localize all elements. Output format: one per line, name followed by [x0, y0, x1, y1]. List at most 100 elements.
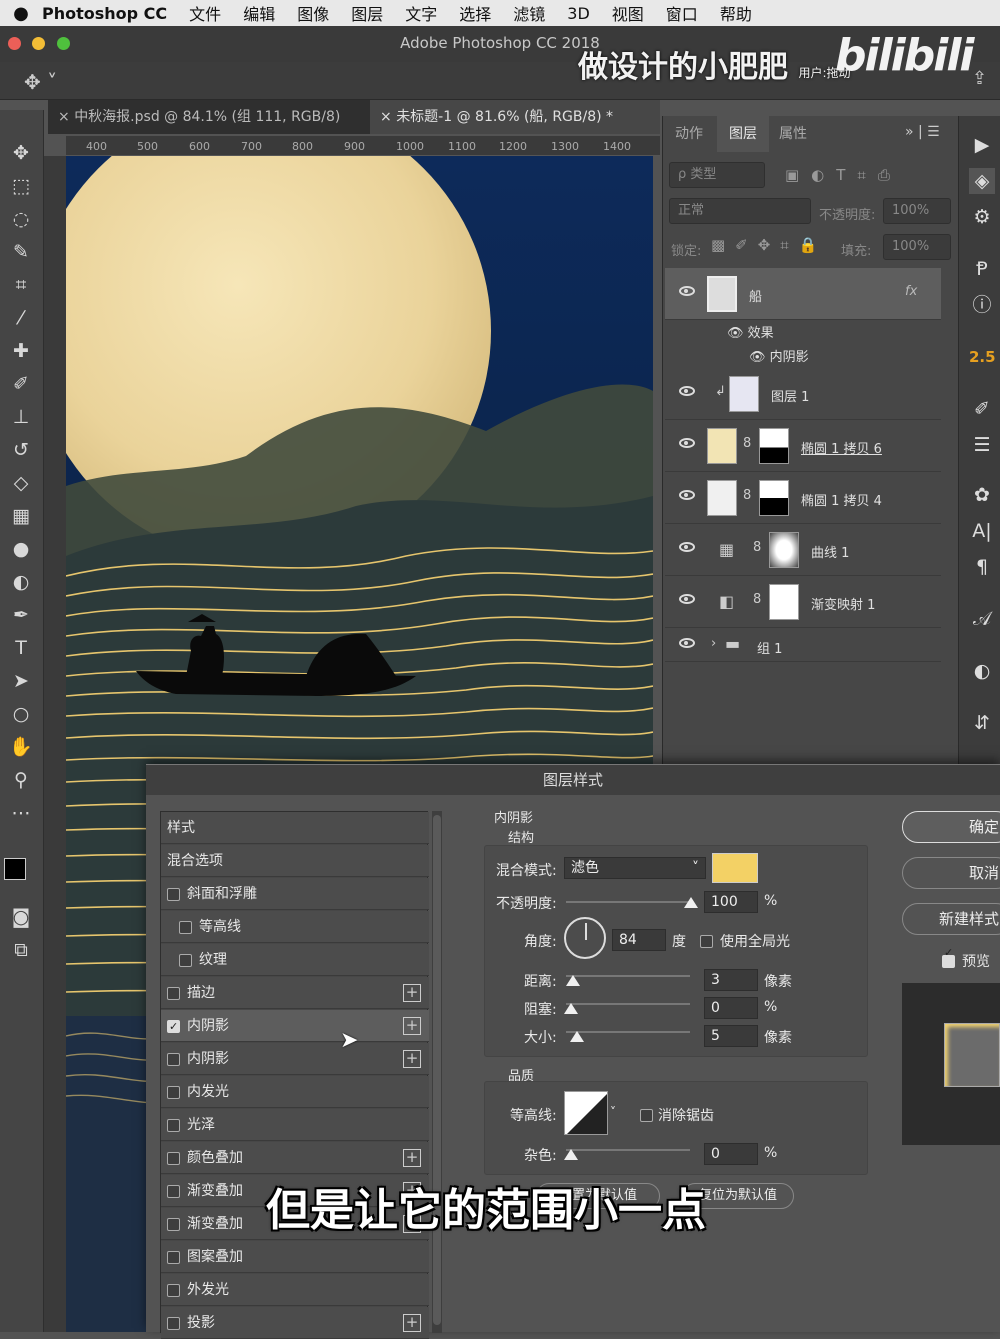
noise-field[interactable]: 0 [704, 1143, 758, 1165]
close-tab-icon[interactable]: × [380, 109, 396, 125]
menu-filter[interactable]: 滤镜 [513, 1, 545, 25]
add-effect-icon[interactable]: + [403, 1017, 421, 1035]
size-slider-handle[interactable] [570, 1031, 584, 1042]
style-checkbox[interactable] [167, 1317, 180, 1330]
style-item[interactable]: 斜面和浮雕 [161, 878, 429, 910]
info-icon[interactable]: ⓘ [969, 292, 995, 318]
history-brush-icon[interactable]: ↺ [8, 437, 34, 463]
inner-shadow-effect-row[interactable]: 👁 内阴影 [749, 346, 809, 365]
lock-icons[interactable]: ▩✐✥⌗🔒 [711, 236, 827, 254]
angle-dial[interactable] [564, 917, 606, 959]
type-tool-icon[interactable]: T [8, 635, 34, 661]
ok-button[interactable]: 确定 [902, 811, 1000, 843]
swatches-icon[interactable]: ✿ [969, 482, 995, 508]
tab-actions[interactable]: 动作 [663, 116, 715, 152]
style-checkbox[interactable] [167, 1053, 180, 1066]
eyedropper-tool-icon[interactable]: ⁄ [8, 305, 34, 331]
styles-scrollbar[interactable] [432, 811, 442, 1333]
filter-icons[interactable]: ▣◐T⌗⎙ [785, 166, 902, 184]
style-item[interactable]: 图案叠加 [161, 1241, 429, 1273]
noise-slider-track[interactable] [566, 1149, 690, 1151]
tab-untitled-1[interactable]: × 未标题-1 @ 81.6% (船, RGB/8) * [370, 100, 660, 134]
shadow-color-swatch[interactable] [712, 853, 758, 883]
style-checkbox[interactable] [167, 1011, 180, 1043]
link-icon[interactable]: 8 [743, 436, 751, 451]
style-checkbox[interactable] [167, 1119, 180, 1132]
style-item[interactable]: 外发光 [161, 1274, 429, 1306]
menu-file[interactable]: 文件 [189, 1, 221, 25]
link-icon[interactable]: 8 [753, 540, 761, 555]
style-checkbox[interactable] [167, 1086, 180, 1099]
contour-picker[interactable] [564, 1091, 608, 1135]
size-slider-track[interactable] [566, 1031, 690, 1033]
character-icon[interactable]: A| [969, 518, 995, 544]
layer-1[interactable]: ↲ 图层 1 [665, 368, 941, 420]
layer-ellipse-copy-4[interactable]: 8 椭圆 1 拷贝 4 [665, 472, 941, 524]
opacity-slider-track[interactable] [566, 901, 690, 903]
style-checkbox[interactable] [179, 921, 192, 934]
fx-icon[interactable]: fx [905, 284, 917, 299]
choke-slider-track[interactable] [566, 1003, 690, 1005]
tab-properties[interactable]: 属性 [767, 116, 819, 152]
visibility-eye-icon[interactable] [679, 286, 695, 296]
visibility-eye-icon[interactable] [679, 542, 695, 552]
antialias-checkbox[interactable] [640, 1109, 653, 1122]
style-checkbox[interactable] [167, 1218, 180, 1231]
path-select-icon[interactable]: ➤ [8, 668, 34, 694]
expand-arrow-icon[interactable]: › [711, 636, 716, 651]
menu-image[interactable]: 图像 [297, 1, 329, 25]
style-checkbox[interactable] [167, 987, 180, 1000]
style-item[interactable]: 纹理 [161, 944, 429, 976]
sliders-icon[interactable]: ☰ [969, 432, 995, 458]
visibility-eye-icon[interactable]: 👁 [727, 326, 748, 341]
panel-menu-icon[interactable]: » | ☰ [905, 124, 940, 140]
blur-tool-icon[interactable]: ● [8, 536, 34, 562]
visibility-eye-icon[interactable] [679, 386, 695, 396]
effects-row[interactable]: 👁 效果 [727, 322, 774, 341]
visibility-eye-icon[interactable] [679, 594, 695, 604]
color-icon[interactable]: ◐ [969, 658, 995, 684]
shape-tool-icon[interactable]: ○ [8, 701, 34, 727]
opacity-slider-handle[interactable] [684, 897, 698, 908]
global-light-checkbox[interactable] [700, 935, 713, 948]
layer-boat[interactable]: 船 fx [665, 268, 941, 320]
screen-mode-icon[interactable]: ⧉ [8, 937, 34, 963]
hand-tool-icon[interactable]: ✋ [8, 734, 34, 760]
add-effect-icon[interactable]: + [403, 1050, 421, 1068]
opacity-field[interactable]: 100 [704, 891, 758, 913]
size-field[interactable]: 5 [704, 1025, 758, 1047]
style-item[interactable]: 描边 + [161, 977, 429, 1009]
noise-slider-handle[interactable] [564, 1149, 578, 1160]
layer-filter-select[interactable]: ρ 类型 [669, 162, 765, 188]
glyphs-icon[interactable]: 𝒜 [969, 606, 995, 632]
brush-settings-icon[interactable]: ✐ [969, 396, 995, 422]
eraser-tool-icon[interactable]: ◇ [8, 470, 34, 496]
layer-ellipse-copy-6[interactable]: 8 椭圆 1 拷贝 6 [665, 420, 941, 472]
apple-icon[interactable]: ● [0, 3, 42, 24]
visibility-eye-icon[interactable] [679, 638, 695, 648]
blend-mode-select[interactable]: 正常 [669, 198, 811, 224]
zoom-tool-icon[interactable]: ⚲ [8, 767, 34, 793]
layer-group-1[interactable]: › ▬ 组 1 [665, 628, 941, 662]
style-checkbox[interactable] [167, 1152, 180, 1165]
layer-curves-1[interactable]: ▦ 8 曲线 1 [665, 524, 941, 576]
style-item[interactable]: 投影 + [161, 1307, 429, 1339]
chevron-down-icon[interactable]: ˅ [610, 1105, 616, 1119]
add-effect-icon[interactable]: + [403, 1314, 421, 1332]
angle-field[interactable]: 84 [612, 929, 666, 951]
crop-tool-icon[interactable]: ⌗ [8, 272, 34, 298]
properties-icon[interactable]: ⇵ [969, 710, 995, 736]
distance-slider-handle[interactable] [566, 975, 580, 986]
choke-field[interactable]: 0 [704, 997, 758, 1019]
quick-select-tool-icon[interactable]: ✎ [8, 239, 34, 265]
style-item[interactable]: 内阴影 + [161, 1010, 429, 1043]
play-icon[interactable]: ▶ [969, 132, 995, 158]
adjustments-icon[interactable]: ⚙ [969, 204, 995, 230]
gradient-tool-icon[interactable]: ▦ [8, 503, 34, 529]
pen-tool-icon[interactable]: ✒ [8, 602, 34, 628]
style-item[interactable]: 等高线 [161, 911, 429, 943]
opacity-field[interactable]: 100% [883, 198, 951, 224]
styles-header[interactable]: 样式 [161, 812, 429, 844]
visibility-eye-icon[interactable] [679, 490, 695, 500]
preview-checkbox[interactable] [942, 946, 955, 968]
